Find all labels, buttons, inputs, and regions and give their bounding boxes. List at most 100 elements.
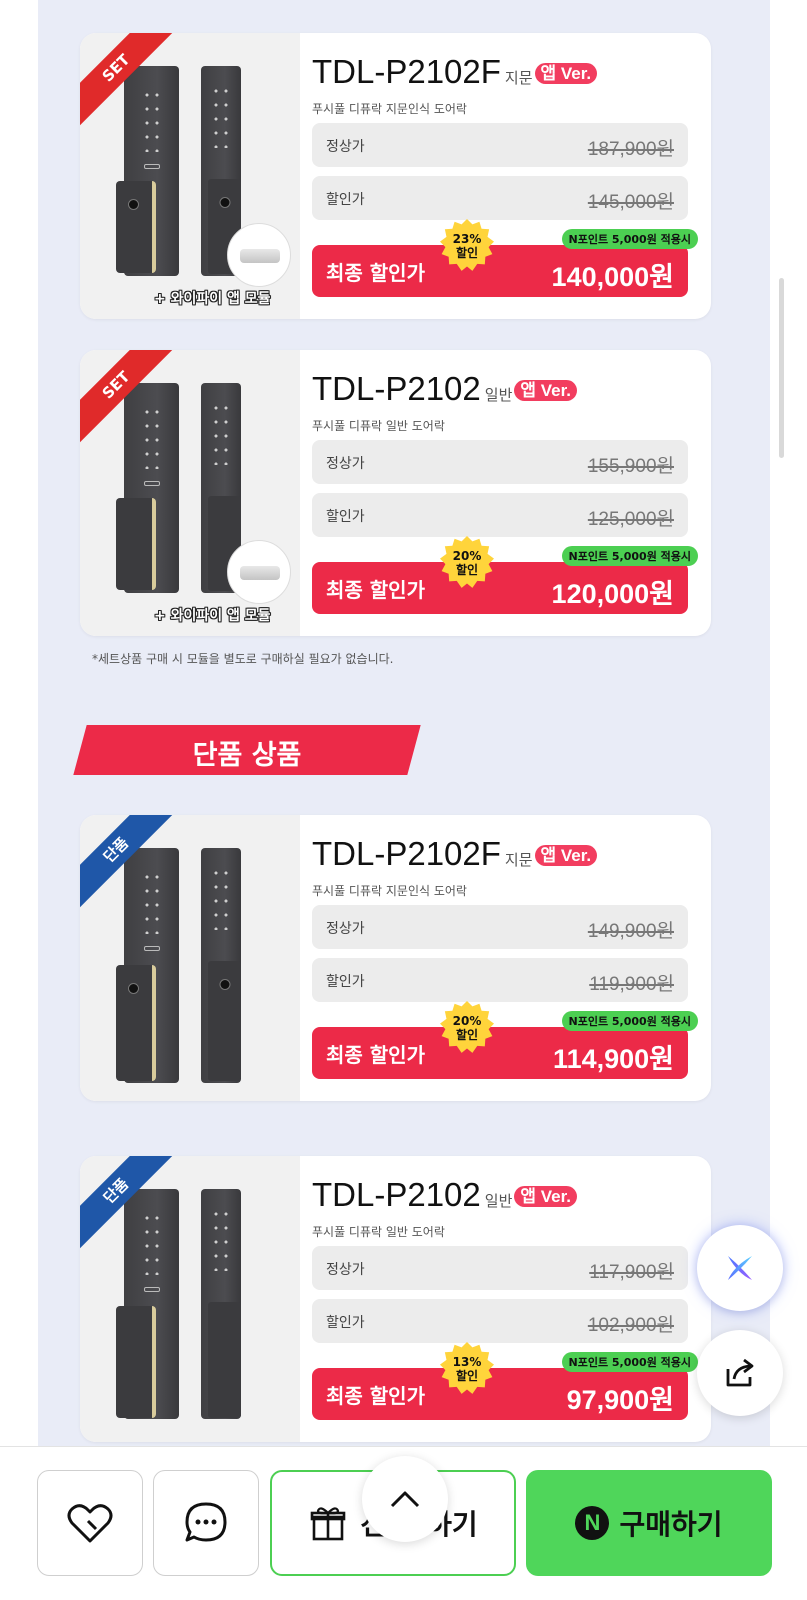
regular-price-row: 정상가 117,900원 <box>312 1246 688 1290</box>
discount-price: 119,900원 <box>589 974 674 995</box>
regular-price-label: 정상가 <box>326 1262 365 1278</box>
product-card-single-p2102f[interactable]: 단품 TDL-P2102F 지문 앱 Ver. 푸시풀 디퓨락 지문인식 도어락 정… <box>80 815 711 1101</box>
discount-word: 할인 <box>455 563 479 577</box>
product-description: 푸시풀 디퓨락 일반 도어락 <box>312 1225 445 1239</box>
discount-price-label: 할인가 <box>326 1315 365 1331</box>
talk-button[interactable] <box>153 1470 259 1576</box>
model-name: TDL-P2102 <box>312 1176 481 1213</box>
product-model: TDL-P2102 일반 앱 Ver. <box>312 370 577 408</box>
app-version-badge: 앱 Ver. <box>514 1186 577 1207</box>
discount-word: 할인 <box>455 1028 479 1042</box>
buy-label: 구매하기 <box>619 1508 723 1541</box>
discount-price: 102,900원 <box>587 1315 674 1336</box>
discount-word: 할인 <box>455 1369 479 1383</box>
product-model: TDL-P2102F 지문 앱 Ver. <box>312 53 598 91</box>
app-version-badge: 앱 Ver. <box>534 63 598 84</box>
npoint-badge: N포인트 5,000원 적용시 <box>561 1352 698 1372</box>
ai-assistant-button[interactable] <box>697 1225 783 1311</box>
scrollbar[interactable] <box>779 278 784 458</box>
heart-icon <box>67 1504 113 1543</box>
product-description: 푸시풀 디퓨락 지문인식 도어락 <box>312 102 467 116</box>
regular-price-label: 정상가 <box>326 456 365 472</box>
final-price: 97,900원 <box>566 1385 674 1415</box>
wifi-module-image <box>227 540 291 604</box>
model-name: TDL-P2102F <box>312 53 501 90</box>
wishlist-button[interactable] <box>37 1470 143 1576</box>
npoint-badge: N포인트 5,000원 적용시 <box>561 1011 698 1031</box>
model-name: TDL-P2102F <box>312 835 501 872</box>
share-button[interactable] <box>697 1330 783 1416</box>
regular-price-label: 정상가 <box>326 921 365 937</box>
npoint-badge: N포인트 5,000원 적용시 <box>561 546 698 566</box>
lock-handle-image <box>116 498 156 590</box>
final-price-label: 최종 할인가 <box>326 1043 425 1067</box>
regular-price-row: 정상가 149,900원 <box>312 905 688 949</box>
naver-n-icon: N <box>575 1506 610 1540</box>
model-kind: 일반 <box>484 387 513 404</box>
product-model: TDL-P2102 일반 앱 Ver. <box>312 1176 577 1214</box>
buy-button[interactable]: N 구매하기 <box>526 1470 772 1576</box>
regular-price: 155,900원 <box>587 456 674 477</box>
page-margin-right <box>770 0 807 1446</box>
final-price-row: 최종 할인가 120,000원 <box>312 562 688 614</box>
final-price-row: 최종 할인가 97,900원 <box>312 1368 688 1420</box>
product-description: 푸시풀 디퓨락 일반 도어락 <box>312 419 445 433</box>
lock-back-handle-image <box>208 1302 241 1418</box>
discount-price-row: 할인가 145,000원 <box>312 176 688 220</box>
final-price-label: 최종 할인가 <box>326 578 425 602</box>
lock-handle-image <box>116 965 156 1081</box>
discount-price: 145,000원 <box>587 192 674 213</box>
regular-price-row: 정상가 155,900원 <box>312 440 688 484</box>
section-title: 단품 상품 <box>192 740 302 771</box>
discount-rate: 20% <box>452 548 482 563</box>
model-kind: 지문 <box>504 852 533 869</box>
regular-price: 149,900원 <box>587 921 674 942</box>
app-version-badge: 앱 Ver. <box>534 845 598 866</box>
final-price: 140,000원 <box>551 262 674 292</box>
discount-price-label: 할인가 <box>326 192 365 208</box>
discount-rate: 13% <box>452 1354 482 1369</box>
lock-handle-image <box>116 1306 156 1418</box>
regular-price: 117,900원 <box>589 1262 674 1283</box>
final-price: 120,000원 <box>551 579 674 609</box>
discount-price-label: 할인가 <box>326 974 365 990</box>
discount-price: 125,000원 <box>587 509 674 530</box>
regular-price-label: 정상가 <box>326 139 365 155</box>
final-price: 114,900원 <box>553 1044 674 1074</box>
model-kind: 지문 <box>504 70 533 87</box>
scroll-top-button[interactable] <box>362 1456 448 1542</box>
discount-word: 할인 <box>455 246 479 260</box>
lock-handle-image <box>116 181 156 273</box>
discount-rate: 20% <box>452 1013 482 1028</box>
product-card-single-p2102[interactable]: 단품 TDL-P2102 일반 앱 Ver. 푸시풀 디퓨락 일반 도어락 정상가 … <box>80 1156 711 1442</box>
product-card-set-p2102f[interactable]: + 와이파이 앱 모듈 SET TDL-P2102F 지문 앱 Ver. 푸시풀 디… <box>80 33 711 319</box>
regular-price: 187,900원 <box>587 139 674 160</box>
discount-price-row: 할인가 102,900원 <box>312 1299 688 1343</box>
final-price-label: 최종 할인가 <box>326 1384 425 1408</box>
discount-price-label: 할인가 <box>326 509 365 525</box>
model-name: TDL-P2102 <box>312 370 481 407</box>
gift-icon <box>311 1507 346 1541</box>
product-description: 푸시풀 디퓨락 지문인식 도어락 <box>312 884 467 898</box>
discount-price-row: 할인가 119,900원 <box>312 958 688 1002</box>
module-label: + 와이파이 앱 모듈 <box>154 291 271 307</box>
discount-price-row: 할인가 125,000원 <box>312 493 688 537</box>
chevron-up-icon <box>390 1491 420 1508</box>
final-price-row: 최종 할인가 140,000원 <box>312 245 688 297</box>
module-label: + 와이파이 앱 모듈 <box>154 608 271 624</box>
chat-bubble-icon <box>185 1502 227 1542</box>
app-version-badge: 앱 Ver. <box>514 380 577 401</box>
npoint-badge: N포인트 5,000원 적용시 <box>561 229 698 249</box>
page-margin-left <box>0 0 38 1446</box>
lock-back-handle-image <box>208 961 241 1081</box>
set-footnote: *세트상품 구매 시 모듈을 별도로 구매하실 필요가 없습니다. <box>92 652 394 666</box>
discount-rate: 23% <box>452 231 482 246</box>
ai-assistant-icon <box>728 1256 752 1280</box>
final-price-row: 최종 할인가 114,900원 <box>312 1027 688 1079</box>
product-model: TDL-P2102F 지문 앱 Ver. <box>312 835 598 873</box>
share-icon <box>726 1358 754 1387</box>
product-card-set-p2102[interactable]: + 와이파이 앱 모듈 SET TDL-P2102 일반 앱 Ver. 푸시풀 디퓨… <box>80 350 711 636</box>
model-kind: 일반 <box>484 1193 513 1210</box>
final-price-label: 최종 할인가 <box>326 261 425 285</box>
regular-price-row: 정상가 187,900원 <box>312 123 688 167</box>
